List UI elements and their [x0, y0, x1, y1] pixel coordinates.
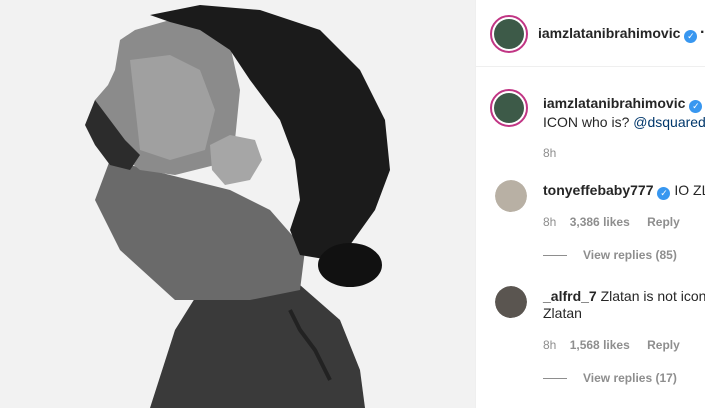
verified-icon: ✓	[689, 100, 703, 113]
comment-likes[interactable]: 3,386 likes	[570, 215, 630, 229]
comment-username[interactable]: _alfrd_7	[543, 288, 597, 304]
reply-button[interactable]: Reply	[647, 338, 680, 352]
divider-line	[543, 255, 567, 257]
caption-avatar[interactable]	[490, 89, 528, 127]
comment-line: tonyeffebaby777 ✓ IO ZL	[543, 181, 705, 200]
divider-line	[543, 378, 567, 380]
caption-time[interactable]: 8h	[543, 146, 556, 160]
comment-line-2: Zlatan	[543, 305, 582, 321]
view-replies-label: View replies (85)	[583, 248, 677, 262]
post-photo[interactable]	[0, 0, 475, 408]
caption-line-2: ICON who is? @dsquared	[543, 113, 705, 131]
post-header: iamzlatanibrahimovic ✓ ···	[476, 0, 705, 67]
comment-meta: 8h 3,386 likes Reply	[543, 215, 680, 229]
comment-line: _alfrd_7 Zlatan is not icon	[543, 287, 705, 305]
post-sidebar: iamzlatanibrahimovic ✓ ··· iamzlatanibrah…	[475, 0, 705, 408]
more-options-icon[interactable]: ···	[700, 24, 705, 42]
comment-avatar[interactable]	[495, 286, 527, 318]
author-avatar[interactable]	[490, 15, 528, 53]
caption-username[interactable]: iamzlatanibrahimovic	[543, 95, 685, 111]
portrait-image	[0, 0, 475, 408]
comment-meta: 8h 1,568 likes Reply	[543, 338, 680, 352]
view-replies-button[interactable]: View replies (85)	[543, 248, 677, 262]
caption-line-1: iamzlatanibrahimovic✓ I	[543, 94, 705, 113]
verified-icon: ✓	[684, 30, 698, 43]
comment-likes[interactable]: 1,568 likes	[570, 338, 630, 352]
comment-text: Zlatan is not icon	[600, 288, 705, 304]
comment-text: IO ZL	[674, 182, 705, 198]
view-replies-button[interactable]: View replies (17)	[543, 371, 677, 385]
caption-mention[interactable]: @dsquared	[633, 114, 705, 130]
comment-time[interactable]: 8h	[543, 338, 556, 352]
view-replies-label: View replies (17)	[583, 371, 677, 385]
verified-icon: ✓	[657, 187, 671, 200]
reply-button[interactable]: Reply	[647, 215, 680, 229]
author-username[interactable]: iamzlatanibrahimovic ✓	[538, 25, 698, 43]
caption-text-2: ICON who is?	[543, 114, 630, 130]
comment-username[interactable]: tonyeffebaby777	[543, 182, 653, 198]
comment-time[interactable]: 8h	[543, 215, 556, 229]
author-username-text[interactable]: iamzlatanibrahimovic	[538, 25, 680, 41]
comment-avatar[interactable]	[495, 180, 527, 212]
